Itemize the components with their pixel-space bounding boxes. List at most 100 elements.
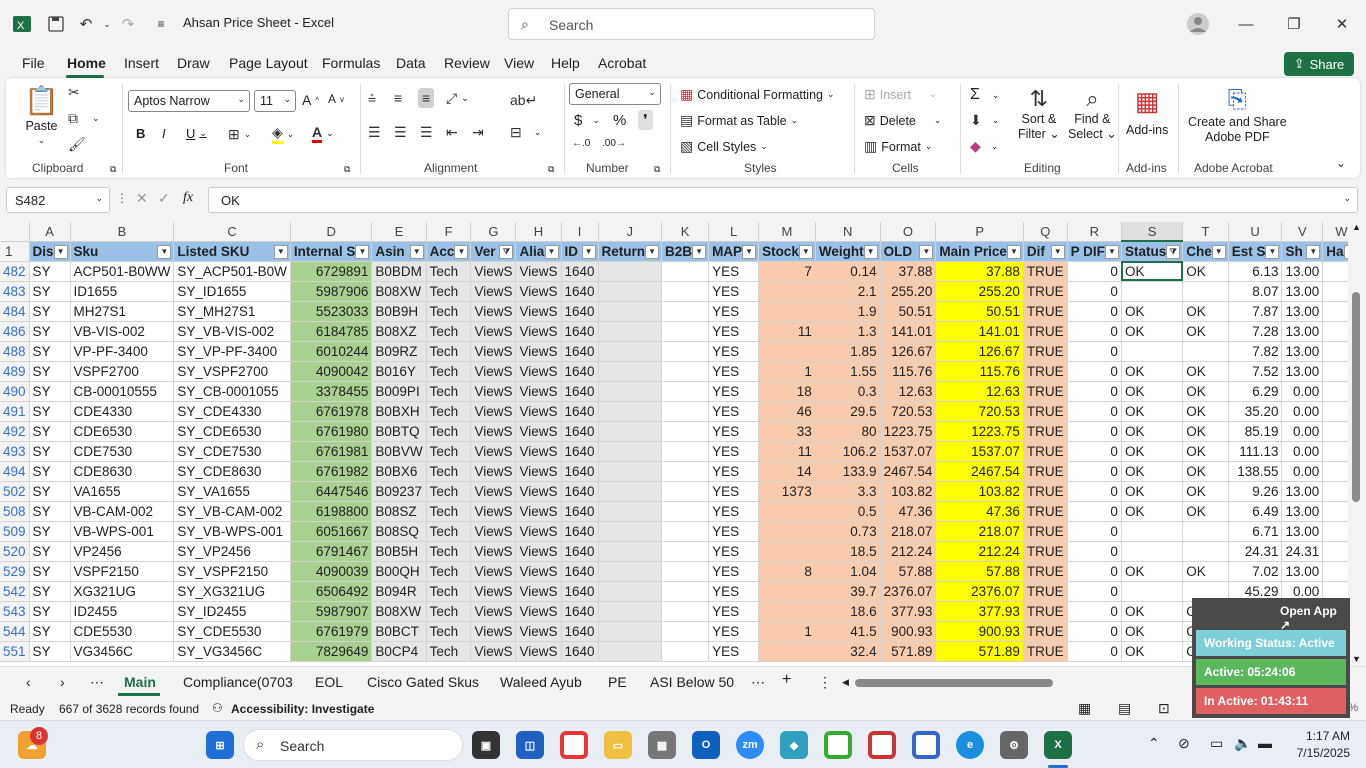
cell[interactable]: VB-VIS-002 <box>70 321 175 342</box>
delete-cells-button[interactable]: ⊠ Delete ⌄ <box>864 112 941 129</box>
cell[interactable]: B0B5H <box>371 541 427 562</box>
cell[interactable] <box>661 301 710 322</box>
filter-header-cell[interactable]: Ver ⧩ <box>470 241 517 262</box>
cell[interactable]: MH27S1 <box>70 301 175 322</box>
cell[interactable]: 0 <box>1067 281 1122 302</box>
cell[interactable]: 1.55 <box>815 361 881 382</box>
undo-icon[interactable]: ↶ <box>72 12 100 36</box>
cell[interactable] <box>661 461 710 482</box>
cell[interactable]: ViewS <box>515 481 562 502</box>
cell[interactable]: 1640 <box>561 461 599 482</box>
cell[interactable]: OK <box>1121 261 1184 282</box>
taskbar-search-input[interactable]: ⌕ Search <box>243 729 463 761</box>
cell[interactable]: ViewS <box>515 401 562 422</box>
chrome-profile-icon[interactable] <box>868 731 896 759</box>
cell[interactable]: TRUE <box>1023 561 1068 582</box>
cell[interactable]: 18.5 <box>815 541 881 562</box>
alignment-launcher-icon[interactable]: ⧉ <box>548 164 554 175</box>
cell[interactable]: TRUE <box>1023 361 1068 382</box>
chrome-icon[interactable] <box>560 731 588 759</box>
filter-header-cell[interactable]: Sku ▼ <box>70 241 175 262</box>
row-header[interactable]: 491 <box>0 401 30 422</box>
cell[interactable]: 115.76 <box>935 361 1024 382</box>
chrome-profile-icon[interactable] <box>912 731 940 759</box>
cell[interactable]: 13.00 <box>1281 341 1324 362</box>
cell[interactable]: YES <box>708 301 760 322</box>
cell[interactable]: 7.02 <box>1228 561 1283 582</box>
cell[interactable]: 24.31 <box>1228 541 1283 562</box>
cell[interactable] <box>1182 541 1229 562</box>
cell[interactable]: ACP501-B0WW <box>70 261 175 282</box>
row-header[interactable]: 529 <box>0 561 30 582</box>
row-header[interactable]: 493 <box>0 441 30 462</box>
cell[interactable]: 377.93 <box>935 601 1024 622</box>
cell[interactable]: ViewS <box>470 341 517 362</box>
cell[interactable]: SY_CDE5530 <box>173 621 291 642</box>
create-pdf-button[interactable]: ⎘ Create and Share Adobe PDF <box>1188 86 1287 144</box>
cell[interactable]: 6.71 <box>1228 521 1283 542</box>
cell[interactable]: 900.93 <box>880 621 937 642</box>
cell[interactable]: SY_VG3456C <box>173 641 291 662</box>
cell[interactable]: 720.53 <box>880 401 937 422</box>
zoom-app-icon[interactable]: zm <box>736 731 764 759</box>
cell[interactable] <box>598 641 663 662</box>
chrome-profile-icon[interactable] <box>824 731 852 759</box>
cell[interactable] <box>598 581 663 602</box>
column-header[interactable]: F <box>426 222 472 242</box>
cell[interactable]: 6729891 <box>290 261 373 282</box>
cell[interactable] <box>758 341 816 362</box>
number-format-select[interactable]: General ⌄ <box>569 83 661 105</box>
cell[interactable]: 6051667 <box>290 521 373 542</box>
cell[interactable]: CDE6530 <box>70 421 175 442</box>
cell[interactable]: 0 <box>1067 301 1122 322</box>
row-header[interactable]: 544 <box>0 621 30 642</box>
cell[interactable]: OK <box>1121 501 1184 522</box>
cell[interactable]: OK <box>1121 461 1184 482</box>
cell[interactable] <box>1182 341 1229 362</box>
display-icon[interactable]: ▭ <box>1210 735 1223 752</box>
accessibility-icon[interactable]: ⚇ <box>212 701 223 715</box>
cell[interactable]: 126.67 <box>935 341 1024 362</box>
cell[interactable]: 0 <box>1322 401 1348 422</box>
share-button[interactable]: ⇪ Share <box>1284 52 1354 76</box>
cell[interactable]: CB-00010555 <box>70 381 175 402</box>
cell[interactable]: 0.3 <box>815 381 881 402</box>
accessibility-status[interactable]: Accessibility: Investigate <box>231 702 374 716</box>
align-middle-button[interactable]: ≡ <box>394 90 402 106</box>
cell[interactable]: 57.88 <box>935 561 1024 582</box>
cell[interactable]: ViewS <box>470 501 517 522</box>
cell[interactable] <box>1121 541 1184 562</box>
column-header[interactable]: W <box>1322 222 1348 242</box>
cell[interactable]: ViewS <box>515 281 562 302</box>
cell[interactable]: ViewS <box>515 301 562 322</box>
font-size-select[interactable]: 11 ⌄ <box>254 90 296 112</box>
filter-header-cell[interactable]: Dis ▼ <box>29 241 71 262</box>
cell[interactable]: SY_CDE6530 <box>173 421 291 442</box>
cell[interactable]: 218.07 <box>935 521 1024 542</box>
column-header[interactable]: T <box>1182 222 1229 242</box>
decrease-decimal-button[interactable]: .00→ <box>602 138 626 149</box>
cell[interactable] <box>661 381 710 402</box>
cell[interactable]: ViewS <box>515 361 562 382</box>
cell[interactable]: Tech <box>426 261 472 282</box>
cell[interactable] <box>1121 281 1184 302</box>
cell[interactable]: ViewS <box>470 601 517 622</box>
cell[interactable]: 13.00 <box>1281 261 1324 282</box>
hscroll-left-icon[interactable]: ◀ <box>842 677 849 688</box>
cell[interactable]: 212.24 <box>935 541 1024 562</box>
cell[interactable]: B0CP4 <box>371 641 427 662</box>
show-hidden-icons[interactable]: ⌃ <box>1148 735 1160 752</box>
filter-header-cell[interactable]: Dif ▼ <box>1023 241 1068 262</box>
cell[interactable]: ViewS <box>470 401 517 422</box>
cell[interactable] <box>1182 521 1229 542</box>
cell[interactable]: TRUE <box>1023 441 1068 462</box>
cut-button[interactable]: ✂ <box>68 84 80 101</box>
filter-header-cell[interactable]: Weight ▼ <box>815 241 881 262</box>
cell[interactable]: 6761982 <box>290 461 373 482</box>
row-header[interactable]: 488 <box>0 341 30 362</box>
cell[interactable]: ViewS <box>515 541 562 562</box>
cell[interactable]: 37.88 <box>880 261 937 282</box>
cell[interactable]: YES <box>708 561 760 582</box>
cell[interactable] <box>1121 581 1184 602</box>
cell[interactable]: 0 <box>1067 361 1122 382</box>
